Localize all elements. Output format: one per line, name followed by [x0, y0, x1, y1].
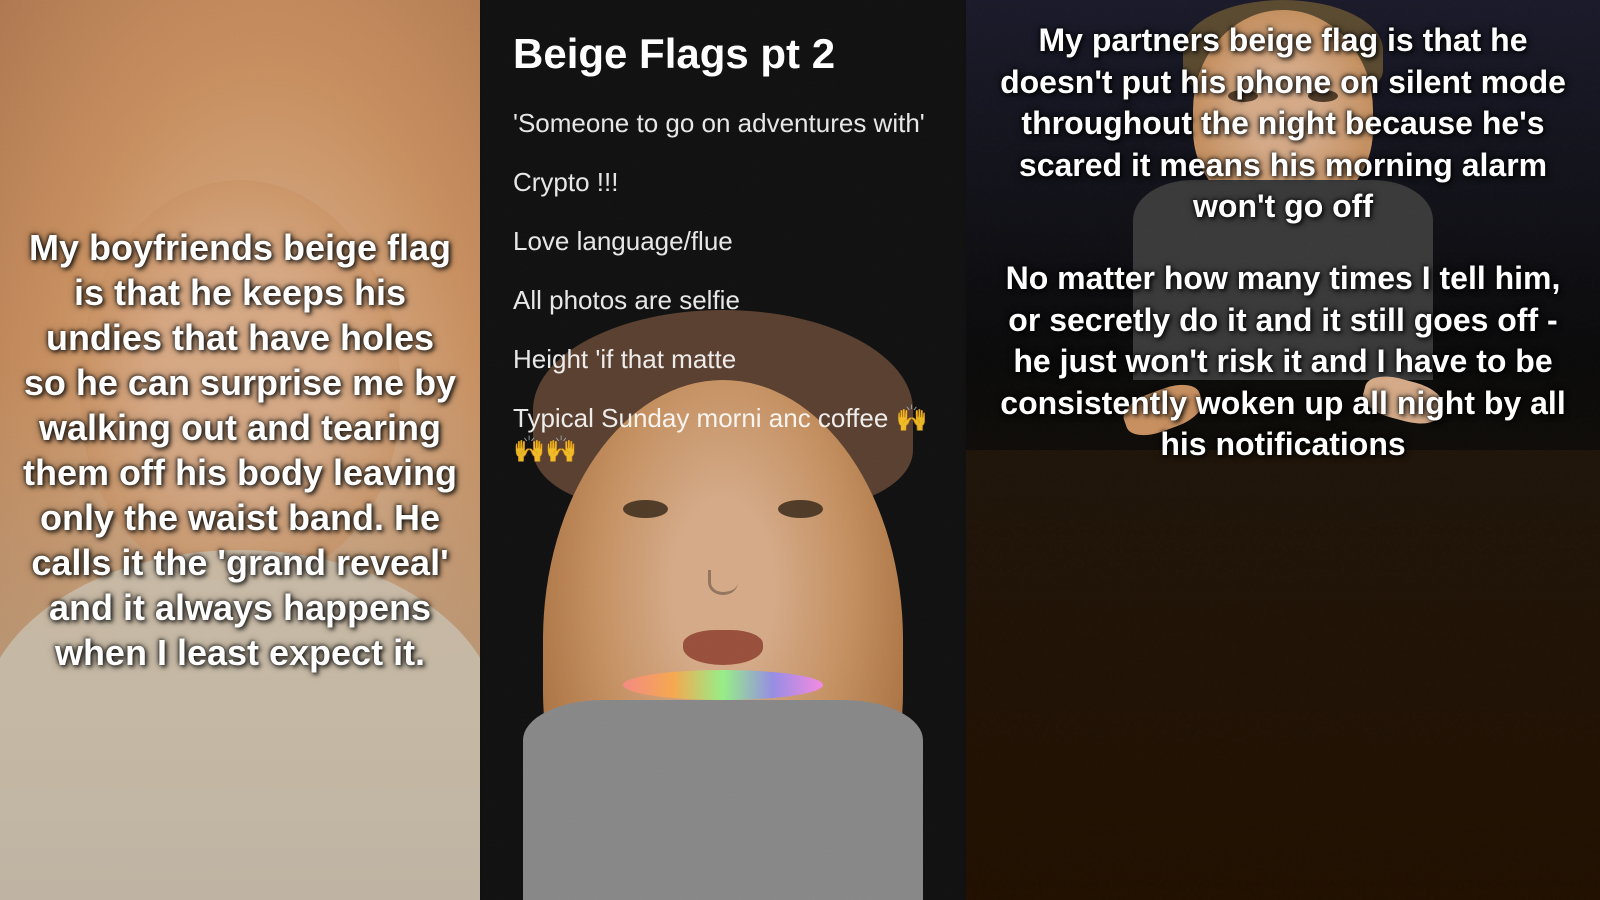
center-item-1: Crypto !!!	[513, 167, 933, 198]
left-overlay-text: My boyfriends beige flag is that he keep…	[0, 0, 480, 900]
right-panel: My partners beige flag is that he doesn'…	[966, 0, 1600, 900]
right-caption-2: No matter how many times I tell him, or …	[996, 258, 1570, 466]
center-title: Beige Flags pt 2	[513, 30, 933, 78]
center-item-2: Love language/flue	[513, 226, 933, 257]
right-text-block-2: No matter how many times I tell him, or …	[996, 258, 1570, 466]
center-shirt	[523, 700, 923, 900]
mouth	[683, 630, 763, 665]
left-eye	[623, 500, 668, 518]
right-text-block-1: My partners beige flag is that he doesn'…	[996, 20, 1570, 228]
center-list-content: Beige Flags pt 2 'Someone to go on adven…	[483, 0, 963, 493]
right-lower-bg	[966, 450, 1600, 900]
nose	[708, 570, 738, 595]
right-overlay-text: My partners beige flag is that he doesn'…	[966, 0, 1600, 486]
right-eye	[778, 500, 823, 518]
center-item-5: Typical Sunday morni anc coffee 🙌🙌🙌	[513, 403, 933, 465]
center-item-0: 'Someone to go on adventures with'	[513, 108, 933, 139]
left-caption: My boyfriends beige flag is that he keep…	[20, 225, 460, 675]
right-caption-1: My partners beige flag is that he doesn'…	[996, 20, 1570, 228]
center-necklace	[623, 670, 823, 700]
center-item-3: All photos are selfie	[513, 285, 933, 316]
center-item-4: Height 'if that matte	[513, 344, 933, 375]
left-panel: My boyfriends beige flag is that he keep…	[0, 0, 480, 900]
center-panel: Beige Flags pt 2 'Someone to go on adven…	[483, 0, 963, 900]
